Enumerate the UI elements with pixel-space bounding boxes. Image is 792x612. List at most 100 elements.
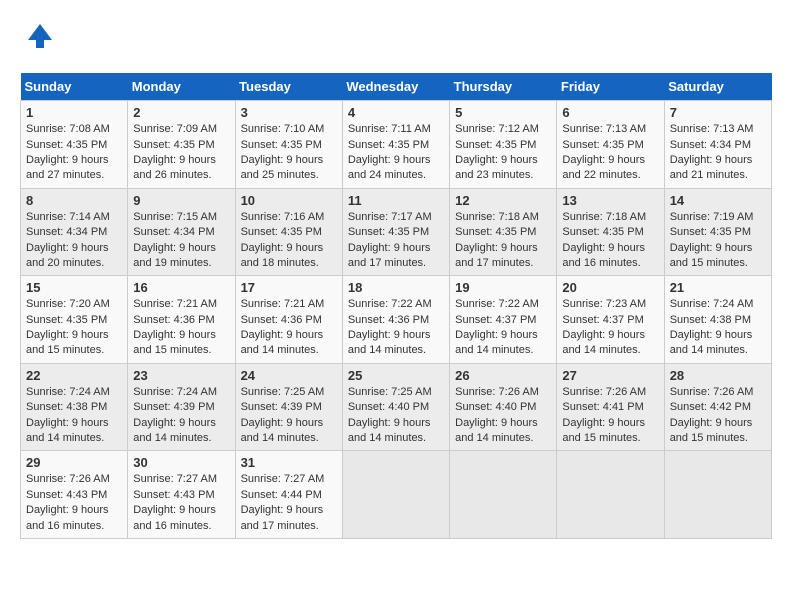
day-info: Sunrise: 7:12 AM Sunset: 4:35 PM Dayligh…	[455, 122, 551, 184]
day-number: 12	[455, 193, 551, 208]
day-cell-29: 29 Sunrise: 7:26 AM Sunset: 4:43 PM Dayl…	[21, 451, 128, 539]
day-info: Sunrise: 7:27 AM Sunset: 4:44 PM Dayligh…	[241, 472, 337, 534]
day-cell-24: 24 Sunrise: 7:25 AM Sunset: 4:39 PM Dayl…	[235, 363, 342, 451]
day-info: Sunrise: 7:23 AM Sunset: 4:37 PM Dayligh…	[562, 297, 658, 359]
day-info: Sunrise: 7:11 AM Sunset: 4:35 PM Dayligh…	[348, 122, 444, 184]
day-info: Sunrise: 7:17 AM Sunset: 4:35 PM Dayligh…	[348, 210, 444, 272]
day-info: Sunrise: 7:18 AM Sunset: 4:35 PM Dayligh…	[562, 210, 658, 272]
day-info: Sunrise: 7:15 AM Sunset: 4:34 PM Dayligh…	[133, 210, 229, 272]
day-info: Sunrise: 7:26 AM Sunset: 4:41 PM Dayligh…	[562, 385, 658, 447]
day-cell-31: 31 Sunrise: 7:27 AM Sunset: 4:44 PM Dayl…	[235, 451, 342, 539]
day-cell-10: 10 Sunrise: 7:16 AM Sunset: 4:35 PM Dayl…	[235, 188, 342, 276]
day-cell-12: 12 Sunrise: 7:18 AM Sunset: 4:35 PM Dayl…	[450, 188, 557, 276]
day-info: Sunrise: 7:13 AM Sunset: 4:34 PM Dayligh…	[670, 122, 766, 184]
week-row-3: 15 Sunrise: 7:20 AM Sunset: 4:35 PM Dayl…	[21, 276, 772, 364]
col-header-thursday: Thursday	[450, 73, 557, 101]
day-info: Sunrise: 7:09 AM Sunset: 4:35 PM Dayligh…	[133, 122, 229, 184]
page-header	[20, 20, 772, 57]
week-row-1: 1 Sunrise: 7:08 AM Sunset: 4:35 PM Dayli…	[21, 101, 772, 189]
day-info: Sunrise: 7:21 AM Sunset: 4:36 PM Dayligh…	[133, 297, 229, 359]
day-info: Sunrise: 7:18 AM Sunset: 4:35 PM Dayligh…	[455, 210, 551, 272]
day-number: 1	[26, 105, 122, 120]
day-cell-18: 18 Sunrise: 7:22 AM Sunset: 4:36 PM Dayl…	[342, 276, 449, 364]
day-cell-3: 3 Sunrise: 7:10 AM Sunset: 4:35 PM Dayli…	[235, 101, 342, 189]
day-cell-14: 14 Sunrise: 7:19 AM Sunset: 4:35 PM Dayl…	[664, 188, 771, 276]
day-number: 16	[133, 280, 229, 295]
day-info: Sunrise: 7:26 AM Sunset: 4:42 PM Dayligh…	[670, 385, 766, 447]
col-header-friday: Friday	[557, 73, 664, 101]
day-number: 10	[241, 193, 337, 208]
day-number: 3	[241, 105, 337, 120]
day-info: Sunrise: 7:22 AM Sunset: 4:37 PM Dayligh…	[455, 297, 551, 359]
day-number: 20	[562, 280, 658, 295]
col-header-monday: Monday	[128, 73, 235, 101]
col-header-sunday: Sunday	[21, 73, 128, 101]
day-info: Sunrise: 7:13 AM Sunset: 4:35 PM Dayligh…	[562, 122, 658, 184]
day-number: 18	[348, 280, 444, 295]
empty-cell	[664, 451, 771, 539]
day-number: 6	[562, 105, 658, 120]
day-number: 24	[241, 368, 337, 383]
day-number: 29	[26, 455, 122, 470]
day-cell-13: 13 Sunrise: 7:18 AM Sunset: 4:35 PM Dayl…	[557, 188, 664, 276]
week-row-2: 8 Sunrise: 7:14 AM Sunset: 4:34 PM Dayli…	[21, 188, 772, 276]
day-number: 9	[133, 193, 229, 208]
day-cell-21: 21 Sunrise: 7:24 AM Sunset: 4:38 PM Dayl…	[664, 276, 771, 364]
day-number: 27	[562, 368, 658, 383]
day-info: Sunrise: 7:16 AM Sunset: 4:35 PM Dayligh…	[241, 210, 337, 272]
day-number: 5	[455, 105, 551, 120]
day-info: Sunrise: 7:25 AM Sunset: 4:40 PM Dayligh…	[348, 385, 444, 447]
day-cell-1: 1 Sunrise: 7:08 AM Sunset: 4:35 PM Dayli…	[21, 101, 128, 189]
day-cell-28: 28 Sunrise: 7:26 AM Sunset: 4:42 PM Dayl…	[664, 363, 771, 451]
day-number: 30	[133, 455, 229, 470]
day-number: 7	[670, 105, 766, 120]
day-number: 2	[133, 105, 229, 120]
day-cell-11: 11 Sunrise: 7:17 AM Sunset: 4:35 PM Dayl…	[342, 188, 449, 276]
day-info: Sunrise: 7:27 AM Sunset: 4:43 PM Dayligh…	[133, 472, 229, 534]
day-cell-26: 26 Sunrise: 7:26 AM Sunset: 4:40 PM Dayl…	[450, 363, 557, 451]
day-number: 11	[348, 193, 444, 208]
day-cell-23: 23 Sunrise: 7:24 AM Sunset: 4:39 PM Dayl…	[128, 363, 235, 451]
day-info: Sunrise: 7:25 AM Sunset: 4:39 PM Dayligh…	[241, 385, 337, 447]
day-info: Sunrise: 7:21 AM Sunset: 4:36 PM Dayligh…	[241, 297, 337, 359]
day-cell-20: 20 Sunrise: 7:23 AM Sunset: 4:37 PM Dayl…	[557, 276, 664, 364]
day-number: 15	[26, 280, 122, 295]
day-info: Sunrise: 7:19 AM Sunset: 4:35 PM Dayligh…	[670, 210, 766, 272]
day-info: Sunrise: 7:08 AM Sunset: 4:35 PM Dayligh…	[26, 122, 122, 184]
day-info: Sunrise: 7:24 AM Sunset: 4:38 PM Dayligh…	[26, 385, 122, 447]
empty-cell	[557, 451, 664, 539]
day-cell-8: 8 Sunrise: 7:14 AM Sunset: 4:34 PM Dayli…	[21, 188, 128, 276]
day-info: Sunrise: 7:14 AM Sunset: 4:34 PM Dayligh…	[26, 210, 122, 272]
day-number: 31	[241, 455, 337, 470]
day-info: Sunrise: 7:26 AM Sunset: 4:43 PM Dayligh…	[26, 472, 122, 534]
day-info: Sunrise: 7:22 AM Sunset: 4:36 PM Dayligh…	[348, 297, 444, 359]
day-number: 13	[562, 193, 658, 208]
day-info: Sunrise: 7:24 AM Sunset: 4:38 PM Dayligh…	[670, 297, 766, 359]
day-cell-19: 19 Sunrise: 7:22 AM Sunset: 4:37 PM Dayl…	[450, 276, 557, 364]
calendar-table: SundayMondayTuesdayWednesdayThursdayFrid…	[20, 73, 772, 539]
day-info: Sunrise: 7:24 AM Sunset: 4:39 PM Dayligh…	[133, 385, 229, 447]
day-cell-5: 5 Sunrise: 7:12 AM Sunset: 4:35 PM Dayli…	[450, 101, 557, 189]
day-cell-22: 22 Sunrise: 7:24 AM Sunset: 4:38 PM Dayl…	[21, 363, 128, 451]
col-header-wednesday: Wednesday	[342, 73, 449, 101]
day-number: 8	[26, 193, 122, 208]
day-number: 14	[670, 193, 766, 208]
day-info: Sunrise: 7:20 AM Sunset: 4:35 PM Dayligh…	[26, 297, 122, 359]
day-cell-17: 17 Sunrise: 7:21 AM Sunset: 4:36 PM Dayl…	[235, 276, 342, 364]
day-info: Sunrise: 7:10 AM Sunset: 4:35 PM Dayligh…	[241, 122, 337, 184]
day-number: 17	[241, 280, 337, 295]
day-cell-7: 7 Sunrise: 7:13 AM Sunset: 4:34 PM Dayli…	[664, 101, 771, 189]
day-cell-30: 30 Sunrise: 7:27 AM Sunset: 4:43 PM Dayl…	[128, 451, 235, 539]
day-cell-4: 4 Sunrise: 7:11 AM Sunset: 4:35 PM Dayli…	[342, 101, 449, 189]
week-row-4: 22 Sunrise: 7:24 AM Sunset: 4:38 PM Dayl…	[21, 363, 772, 451]
day-number: 25	[348, 368, 444, 383]
day-cell-16: 16 Sunrise: 7:21 AM Sunset: 4:36 PM Dayl…	[128, 276, 235, 364]
day-number: 28	[670, 368, 766, 383]
week-row-5: 29 Sunrise: 7:26 AM Sunset: 4:43 PM Dayl…	[21, 451, 772, 539]
day-number: 23	[133, 368, 229, 383]
col-header-tuesday: Tuesday	[235, 73, 342, 101]
logo-icon	[24, 20, 56, 52]
day-cell-6: 6 Sunrise: 7:13 AM Sunset: 4:35 PM Dayli…	[557, 101, 664, 189]
day-number: 4	[348, 105, 444, 120]
day-cell-9: 9 Sunrise: 7:15 AM Sunset: 4:34 PM Dayli…	[128, 188, 235, 276]
